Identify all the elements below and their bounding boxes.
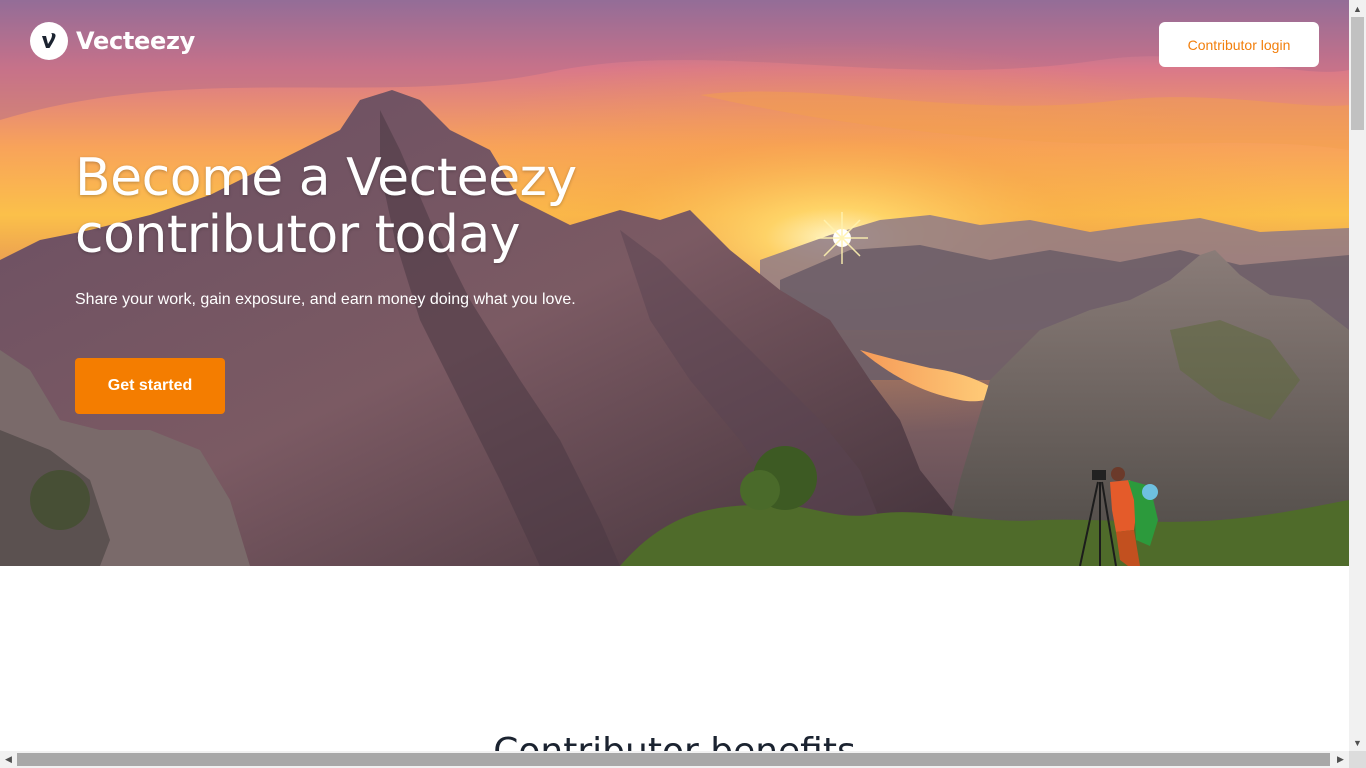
hero-background-image <box>0 0 1349 566</box>
scroll-left-arrow-icon[interactable]: ◀ <box>0 751 17 768</box>
scroll-up-arrow-icon[interactable]: ▲ <box>1349 0 1366 17</box>
scroll-down-arrow-icon[interactable]: ▼ <box>1349 734 1366 751</box>
horizontal-scrollbar[interactable]: ◀ ▶ <box>0 751 1349 768</box>
brand-name: Vecteezy <box>76 27 196 55</box>
scroll-right-arrow-icon[interactable]: ▶ <box>1332 751 1349 768</box>
horizontal-scroll-thumb[interactable] <box>17 753 1330 766</box>
get-started-button[interactable]: Get started <box>75 358 225 414</box>
hero-title: Become a Vecteezy contributor today <box>75 148 577 265</box>
brand-logo[interactable]: Vecteezy <box>30 22 195 60</box>
page: Vecteezy Contributor login Become a Vect… <box>0 0 1349 751</box>
hero-subtitle: Share your work, gain exposure, and earn… <box>75 291 576 308</box>
benefits-section-title: Contributor benefits <box>0 730 1349 751</box>
vertical-scrollbar[interactable]: ▲ ▼ <box>1349 0 1366 751</box>
contributor-login-button[interactable]: Contributor login <box>1159 22 1319 67</box>
hero-section: Vecteezy Contributor login Become a Vect… <box>0 0 1349 566</box>
scrollbar-corner <box>1349 751 1366 768</box>
vertical-scroll-thumb[interactable] <box>1351 17 1364 130</box>
vecteezy-logo-icon <box>30 22 68 60</box>
